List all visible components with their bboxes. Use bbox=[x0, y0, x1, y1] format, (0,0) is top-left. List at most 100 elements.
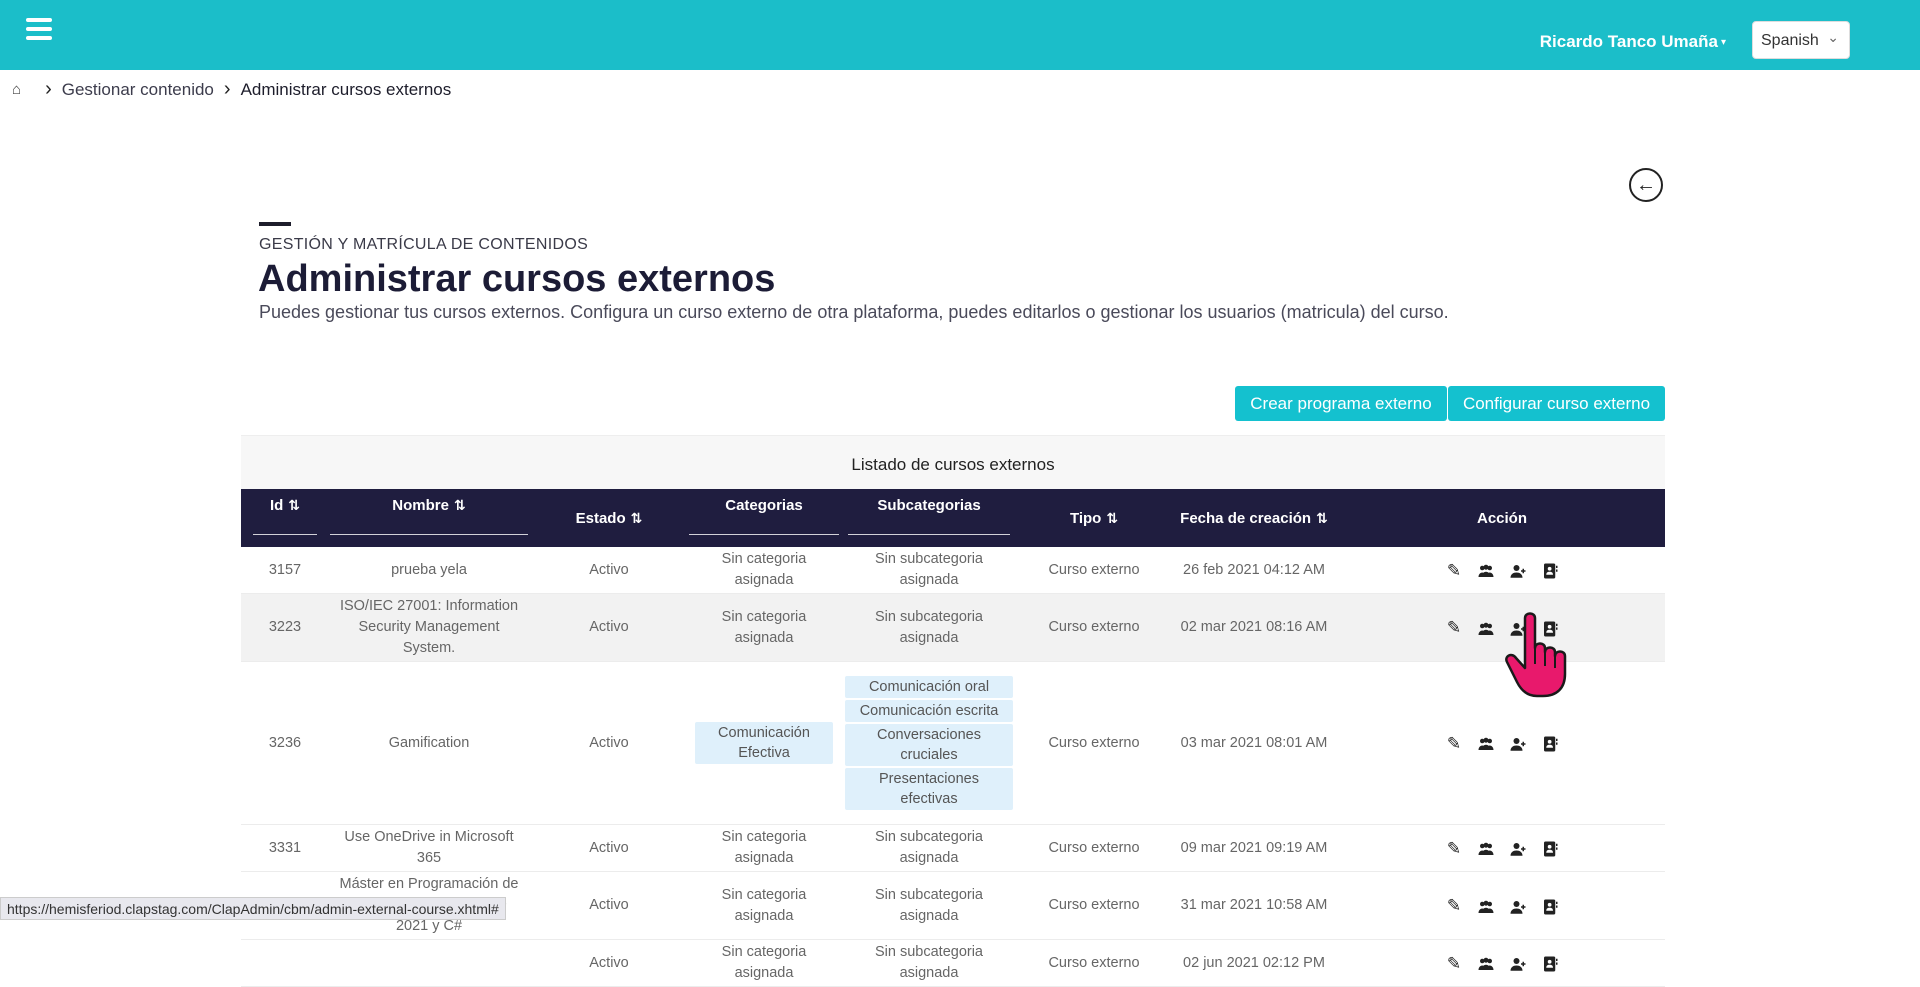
cell-id bbox=[241, 939, 329, 987]
back-arrow-icon[interactable]: ← bbox=[1629, 168, 1663, 202]
cell-name: prueba yela bbox=[329, 547, 529, 594]
filter-input-categories[interactable] bbox=[689, 534, 839, 535]
cell-created: 02 jun 2021 02:12 PM bbox=[1169, 939, 1339, 987]
contact-book-icon[interactable] bbox=[1539, 953, 1561, 974]
contact-book-icon[interactable] bbox=[1539, 560, 1561, 581]
configure-external-course-button[interactable]: Configurar curso externo bbox=[1448, 386, 1665, 421]
cell-actions: ✎ bbox=[1339, 661, 1665, 825]
top-bar: Ricardo Tanco Umaña ▾ Spanish ⌄ bbox=[0, 0, 1920, 70]
add-user-icon[interactable] bbox=[1507, 733, 1529, 754]
add-user-icon[interactable] bbox=[1507, 895, 1529, 916]
cell-created: 02 mar 2021 08:16 AM bbox=[1169, 593, 1339, 662]
filter-input-name[interactable] bbox=[330, 534, 528, 535]
add-user-icon[interactable] bbox=[1507, 560, 1529, 581]
filter-input-id[interactable] bbox=[253, 534, 317, 535]
cell-actions: ✎ bbox=[1339, 824, 1665, 872]
column-header-type[interactable]: Tipo ⇅ bbox=[1019, 489, 1169, 547]
language-value: Spanish bbox=[1761, 32, 1819, 49]
cell-id: 3223 bbox=[241, 593, 329, 662]
chevron-right-icon: › bbox=[223, 78, 231, 100]
header-status-label: Estado bbox=[575, 509, 626, 527]
subcategory-tag: Comunicación escrita bbox=[845, 700, 1013, 722]
table-row: 3331 Use OneDrive in Microsoft 365 Activ… bbox=[241, 824, 1665, 872]
table-row: 3157 prueba yela Activo Sin categoria as… bbox=[241, 547, 1665, 594]
edit-icon[interactable]: ✎ bbox=[1443, 838, 1465, 859]
header-name-label: Nombre bbox=[392, 497, 449, 514]
status-bar-url: https://hemisferiod.clapstag.com/ClapAdm… bbox=[0, 897, 506, 920]
column-header-action: Acción bbox=[1339, 489, 1665, 547]
chevron-down-icon: ⌄ bbox=[1827, 29, 1839, 45]
cell-subcategory: Comunicación oral Comunicación escrita C… bbox=[839, 661, 1019, 825]
cell-type: Curso externo bbox=[1019, 661, 1169, 825]
users-icon[interactable] bbox=[1475, 895, 1497, 916]
cell-type: Curso externo bbox=[1019, 824, 1169, 872]
cell-status: Activo bbox=[529, 547, 689, 594]
cell-id: 3331 bbox=[241, 824, 329, 872]
add-user-icon[interactable] bbox=[1507, 617, 1529, 638]
column-header-categories: Categorias bbox=[689, 489, 839, 547]
caret-down-icon: ▾ bbox=[1720, 37, 1726, 49]
cell-name: Gamification bbox=[329, 661, 529, 825]
breadcrumb-current: Administrar cursos externos bbox=[240, 79, 452, 99]
cell-category: Sin categoria asignada bbox=[689, 939, 839, 987]
users-icon[interactable] bbox=[1475, 560, 1497, 581]
page-eyebrow: GESTIÓN Y MATRÍCULA DE CONTENIDOS bbox=[259, 236, 589, 253]
table-header-row: Id ⇅ Nombre ⇅ Estado ⇅ Categorias Subcatego… bbox=[241, 489, 1665, 547]
menu-icon[interactable] bbox=[26, 18, 52, 44]
cell-actions: ✎ bbox=[1339, 871, 1665, 940]
contact-book-icon[interactable] bbox=[1539, 895, 1561, 916]
table-row: 3223 ISO/IEC 27001: Information Security… bbox=[241, 593, 1665, 662]
table-row: Activo Sin categoria asignada Sin subcat… bbox=[241, 939, 1665, 987]
cell-created: 09 mar 2021 09:19 AM bbox=[1169, 824, 1339, 872]
edit-icon[interactable]: ✎ bbox=[1443, 560, 1465, 581]
column-header-status[interactable]: Estado ⇅ bbox=[529, 489, 689, 547]
contact-book-icon[interactable] bbox=[1539, 617, 1561, 638]
chevron-right-icon: › bbox=[45, 78, 52, 100]
sort-icon: ⇅ bbox=[288, 497, 301, 513]
column-header-id[interactable]: Id ⇅ bbox=[241, 489, 329, 547]
cell-type: Curso externo bbox=[1019, 593, 1169, 662]
cell-created: 31 mar 2021 10:58 AM bbox=[1169, 871, 1339, 940]
cell-id: 3236 bbox=[241, 661, 329, 825]
header-id-label: Id bbox=[269, 497, 284, 514]
user-menu[interactable]: Ricardo Tanco Umaña ▾ bbox=[1540, 32, 1726, 52]
users-icon[interactable] bbox=[1475, 953, 1497, 974]
user-name: Ricardo Tanco Umaña bbox=[1539, 32, 1718, 51]
create-external-program-button[interactable]: Crear programa externo bbox=[1235, 386, 1447, 421]
column-header-name[interactable]: Nombre ⇅ bbox=[329, 489, 529, 547]
add-user-icon[interactable] bbox=[1507, 838, 1529, 859]
sort-icon: ⇅ bbox=[1106, 509, 1119, 526]
cell-created: 26 feb 2021 04:12 AM bbox=[1169, 547, 1339, 594]
cell-subcategory: Sin subcategoria asignada bbox=[839, 939, 1019, 987]
cell-actions: ✎ bbox=[1339, 939, 1665, 987]
cell-type: Curso externo bbox=[1019, 871, 1169, 940]
subcategory-tag: Presentaciones efectivas bbox=[845, 768, 1013, 810]
page-title: Administrar cursos externos bbox=[258, 258, 776, 300]
column-header-subcategories: Subcategorias bbox=[839, 489, 1019, 547]
contact-book-icon[interactable] bbox=[1539, 733, 1561, 754]
edit-icon[interactable]: ✎ bbox=[1443, 617, 1465, 638]
language-select[interactable]: Spanish ⌄ bbox=[1752, 21, 1850, 59]
users-icon[interactable] bbox=[1475, 733, 1497, 754]
users-icon[interactable] bbox=[1475, 838, 1497, 859]
users-icon[interactable] bbox=[1475, 617, 1497, 638]
add-user-icon[interactable] bbox=[1507, 953, 1529, 974]
filter-input-subcategories[interactable] bbox=[848, 534, 1010, 535]
contact-book-icon[interactable] bbox=[1539, 838, 1561, 859]
cell-subcategory: Sin subcategoria asignada bbox=[839, 547, 1019, 594]
column-header-created[interactable]: Fecha de creación ⇅ bbox=[1169, 489, 1339, 547]
cell-type: Curso externo bbox=[1019, 939, 1169, 987]
home-icon[interactable]: ⌂ bbox=[12, 81, 21, 98]
edit-icon[interactable]: ✎ bbox=[1443, 733, 1465, 754]
cell-status: Activo bbox=[529, 824, 689, 872]
breadcrumb-gestionar-contenido[interactable]: Gestionar contenido bbox=[62, 80, 214, 100]
cell-category: Sin categoria asignada bbox=[689, 547, 839, 594]
cell-category: Sin categoria asignada bbox=[689, 871, 839, 940]
edit-icon[interactable]: ✎ bbox=[1443, 895, 1465, 916]
cell-type: Curso externo bbox=[1019, 547, 1169, 594]
cell-name: Use OneDrive in Microsoft 365 bbox=[329, 824, 529, 872]
table-caption: Listado de cursos externos bbox=[241, 435, 1665, 489]
edit-icon[interactable]: ✎ bbox=[1443, 953, 1465, 974]
cell-subcategory: Sin subcategoria asignada bbox=[839, 824, 1019, 872]
sort-icon: ⇅ bbox=[630, 509, 643, 526]
